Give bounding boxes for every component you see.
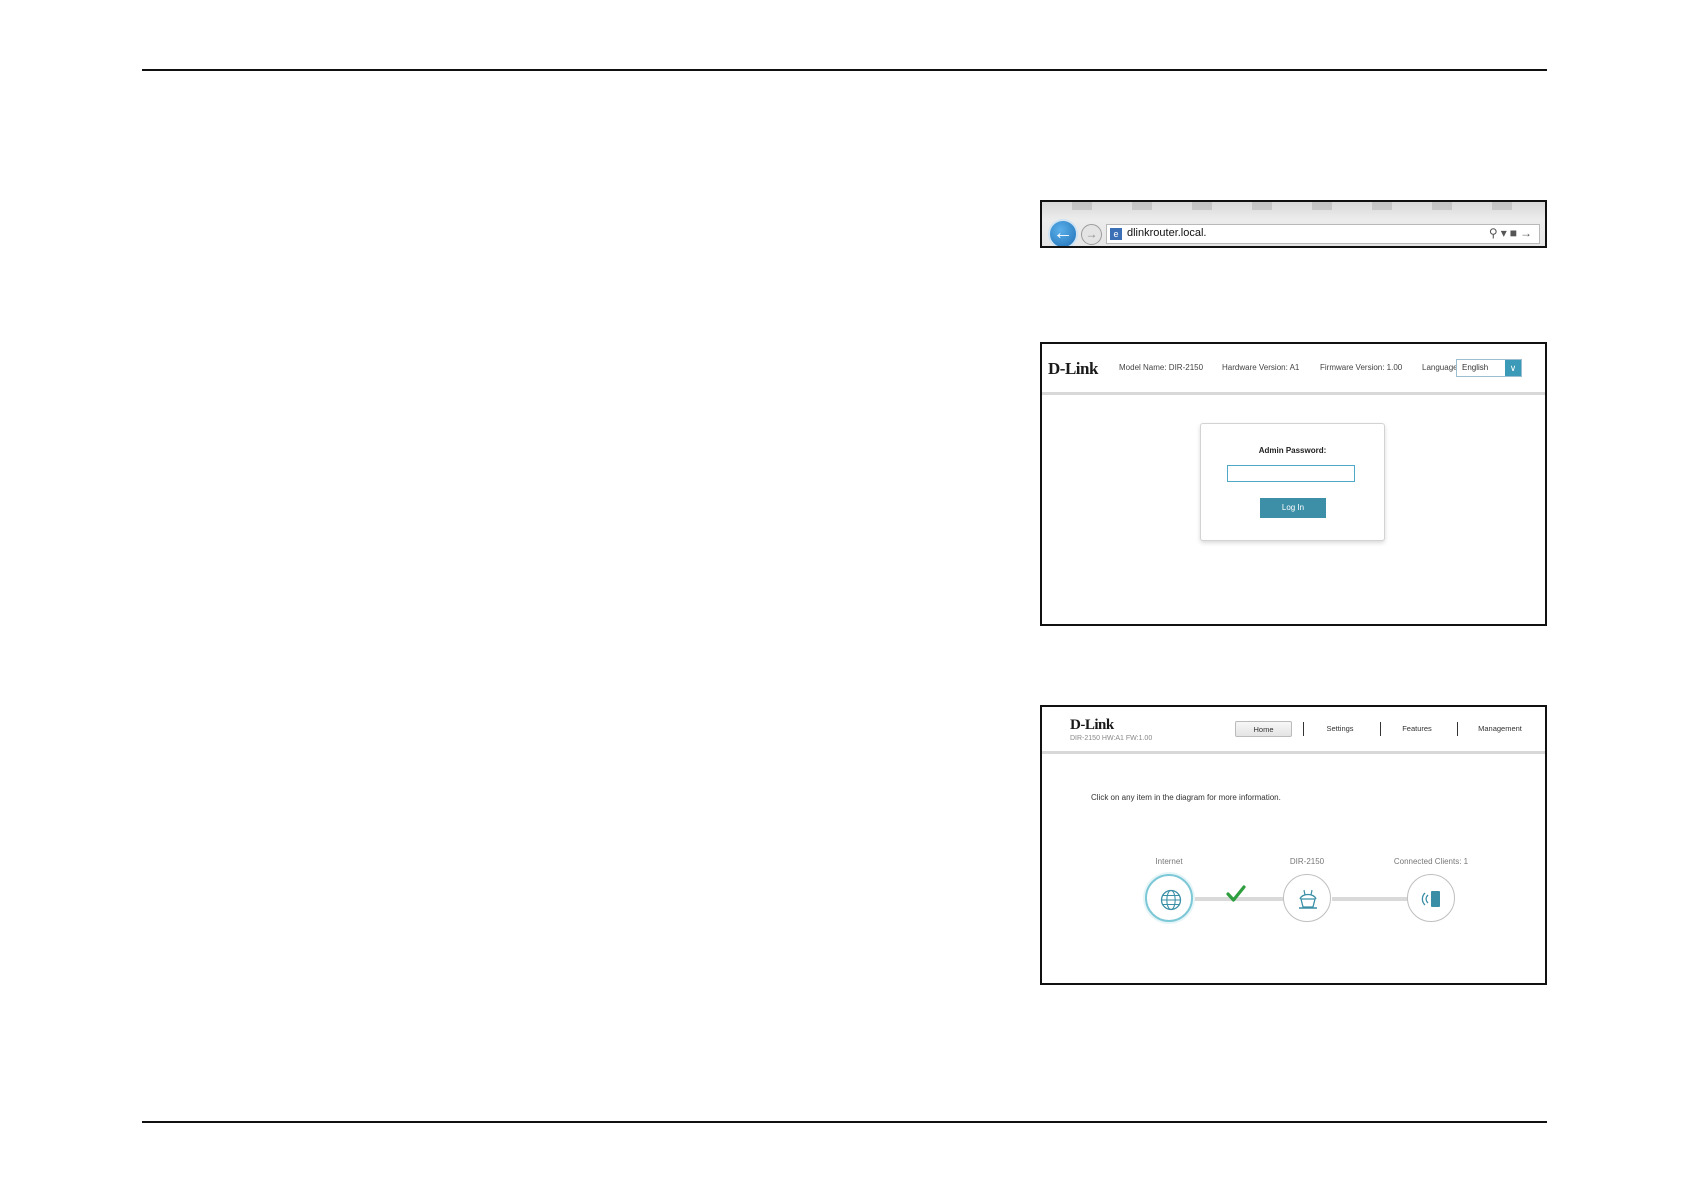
login-page-screenshot: D-Link Model Name: DIR-2150 Hardware Ver… (1040, 342, 1547, 626)
log-in-button[interactable]: Log In (1260, 498, 1326, 518)
login-card: Admin Password: Log In (1200, 423, 1385, 541)
internet-node[interactable] (1145, 874, 1193, 922)
device-info: DIR-2150 HW:A1 FW:1.00 (1070, 735, 1153, 742)
back-arrow-icon[interactable]: ← (1048, 219, 1078, 246)
tab-settings[interactable]: Settings (1320, 721, 1360, 737)
go-arrow-icon[interactable]: → (1520, 226, 1535, 240)
forward-arrow-icon[interactable]: → (1081, 224, 1102, 245)
checkmark-icon (1226, 885, 1246, 902)
page-favicon-icon: e (1110, 228, 1122, 240)
language-label: Language (1422, 363, 1458, 372)
connected-clients-label: Connected Clients: 1 (1393, 857, 1469, 866)
lock-icon: ■ (1509, 226, 1520, 240)
dlink-logo: D-Link (1048, 359, 1098, 378)
login-body: Admin Password: Log In (1042, 395, 1545, 624)
dropdown-icon[interactable]: ▾ (1501, 226, 1510, 240)
hardware-version: Hardware Version: A1 (1222, 363, 1300, 372)
dlink-logo: D-Link (1070, 717, 1114, 733)
url-text[interactable]: dlinkrouter.local. (1127, 227, 1207, 239)
language-value: English (1462, 363, 1489, 372)
internet-label: Internet (1155, 857, 1183, 866)
model-name: Model Name: DIR-2150 (1119, 363, 1204, 372)
chevron-down-icon[interactable]: ∨ (1505, 360, 1521, 376)
tab-divider (1303, 722, 1304, 736)
home-header: D-Link DIR-2150 HW:A1 FW:1.00 Home Setti… (1042, 707, 1545, 754)
tab-home[interactable]: Home (1235, 721, 1292, 737)
bottom-rule (142, 1121, 1547, 1123)
diagram-instructions: Click on any item in the diagram for mor… (1091, 793, 1281, 802)
mobile-device-icon (1421, 891, 1440, 907)
home-page-screenshot: D-Link DIR-2150 HW:A1 FW:1.00 Home Setti… (1040, 705, 1547, 985)
admin-password-input[interactable] (1227, 465, 1355, 482)
connection-line-router-clients (1332, 897, 1410, 901)
router-label: DIR-2150 (1289, 857, 1325, 866)
language-select[interactable]: English ∨ (1456, 359, 1522, 377)
tab-strip (1072, 202, 1532, 210)
search-icon[interactable]: ⚲ (1489, 226, 1501, 240)
browser-address-bar-screenshot: ← → e dlinkrouter.local. ⚲▾■→ (1040, 200, 1547, 248)
tab-divider (1457, 722, 1458, 736)
router-icon (1299, 889, 1317, 909)
tab-management[interactable]: Management (1470, 721, 1530, 737)
address-bar[interactable]: e dlinkrouter.local. ⚲▾■→ (1106, 224, 1540, 244)
admin-password-label: Admin Password: (1258, 446, 1327, 455)
firmware-version: Firmware Version: 1.00 (1320, 363, 1403, 372)
router-node[interactable] (1283, 874, 1331, 922)
connected-clients-node[interactable] (1407, 874, 1455, 922)
address-bar-tools: ⚲▾■→ (1489, 226, 1535, 240)
top-rule (142, 69, 1547, 71)
tab-divider (1380, 722, 1381, 736)
globe-icon (1160, 889, 1182, 911)
tab-features[interactable]: Features (1397, 721, 1437, 737)
login-header: D-Link Model Name: DIR-2150 Hardware Ver… (1042, 344, 1545, 395)
